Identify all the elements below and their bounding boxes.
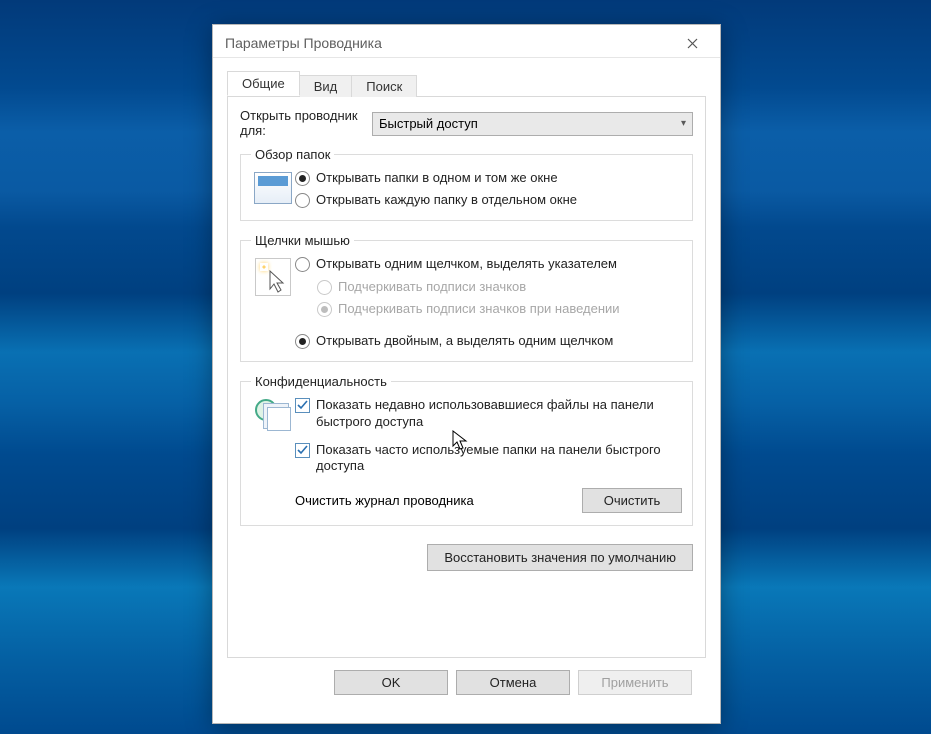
radio-double-click-label: Открывать двойным, а выделять одним щелч… xyxy=(316,333,613,349)
chevron-down-icon: ▾ xyxy=(681,118,686,129)
privacy-group: Конфиденциальность xyxy=(240,374,693,526)
clear-button[interactable]: Очистить xyxy=(582,488,682,513)
radio-same-window-label: Открывать папки в одном и том же окне xyxy=(316,170,558,186)
click-items-group: Щелчки мышью Открыв xyxy=(240,233,693,362)
tabs-area: Общие Вид Поиск xyxy=(213,58,720,96)
radio-icon xyxy=(295,257,310,272)
tab-general[interactable]: Общие xyxy=(227,71,300,96)
checkbox-icon xyxy=(295,443,310,458)
radio-single-click[interactable]: Открывать одним щелчком, выделять указат… xyxy=(295,256,682,272)
window-title: Параметры Проводника xyxy=(225,35,672,51)
radio-underline-hover-label: Подчеркивать подписи значков при наведен… xyxy=(338,301,620,317)
click-items-legend: Щелчки мышью xyxy=(251,233,354,248)
radio-underline-always: Подчеркивать подписи значков xyxy=(317,279,682,295)
radio-underline-always-label: Подчеркивать подписи значков xyxy=(338,279,526,295)
tab-search[interactable]: Поиск xyxy=(352,75,417,97)
pointer-click-icon xyxy=(255,258,291,296)
radio-icon xyxy=(295,171,310,186)
open-explorer-selected: Быстрый доступ xyxy=(379,116,478,131)
titlebar: Параметры Проводника xyxy=(213,25,720,58)
cancel-button[interactable]: Отмена xyxy=(456,670,570,695)
restore-defaults-button[interactable]: Восстановить значения по умолчанию xyxy=(427,544,693,571)
radio-separate-window-label: Открывать каждую папку в отдельном окне xyxy=(316,192,577,208)
close-icon xyxy=(687,38,698,49)
tab-strip: Общие Вид Поиск xyxy=(227,72,706,96)
check-recent-files[interactable]: Показать недавно использовавшиеся файлы … xyxy=(295,397,682,430)
clear-history-label: Очистить журнал проводника xyxy=(295,493,474,508)
click-items-icon-slot xyxy=(251,256,295,296)
dialog-button-bar: OK Отмена Применить xyxy=(227,658,706,709)
privacy-legend: Конфиденциальность xyxy=(251,374,391,389)
browse-folders-icon-slot xyxy=(251,170,295,204)
apply-button[interactable]: Применить xyxy=(578,670,692,695)
radio-underline-hover: Подчеркивать подписи значков при наведен… xyxy=(317,301,682,317)
folder-options-dialog: Параметры Проводника Общие Вид Поиск Отк… xyxy=(212,24,721,724)
radio-separate-window[interactable]: Открывать каждую папку в отдельном окне xyxy=(295,192,682,208)
folder-window-icon xyxy=(254,172,292,204)
radio-same-window[interactable]: Открывать папки в одном и том же окне xyxy=(295,170,682,186)
check-frequent-folders-label: Показать часто используемые папки на пан… xyxy=(316,442,682,475)
radio-icon xyxy=(317,302,332,317)
open-explorer-label: Открыть проводник для: xyxy=(240,109,372,139)
checkbox-icon xyxy=(295,398,310,413)
restore-defaults-row: Восстановить значения по умолчанию xyxy=(240,544,693,571)
browse-folders-legend: Обзор папок xyxy=(251,147,334,162)
radio-single-click-label: Открывать одним щелчком, выделять указат… xyxy=(316,256,617,272)
radio-icon xyxy=(295,334,310,349)
radio-icon xyxy=(317,280,332,295)
radio-double-click[interactable]: Открывать двойным, а выделять одним щелч… xyxy=(295,333,682,349)
clear-history-row: Очистить журнал проводника Очистить xyxy=(295,488,682,513)
dialog-body: Открыть проводник для: Быстрый доступ ▾ … xyxy=(213,96,720,723)
open-explorer-select[interactable]: Быстрый доступ ▾ xyxy=(372,112,693,136)
desktop-background: Параметры Проводника Общие Вид Поиск Отк… xyxy=(0,0,931,734)
privacy-icon-slot xyxy=(251,397,295,431)
recent-items-icon xyxy=(255,399,291,431)
tab-content-general: Открыть проводник для: Быстрый доступ ▾ … xyxy=(227,96,706,658)
tab-view[interactable]: Вид xyxy=(300,75,353,97)
radio-icon xyxy=(295,193,310,208)
check-recent-files-label: Показать недавно использовавшиеся файлы … xyxy=(316,397,682,430)
open-explorer-row: Открыть проводник для: Быстрый доступ ▾ xyxy=(240,109,693,139)
check-frequent-folders[interactable]: Показать часто используемые папки на пан… xyxy=(295,442,682,475)
browse-folders-group: Обзор папок Открывать папки в одном и то… xyxy=(240,147,693,222)
close-button[interactable] xyxy=(672,29,712,57)
ok-button[interactable]: OK xyxy=(334,670,448,695)
